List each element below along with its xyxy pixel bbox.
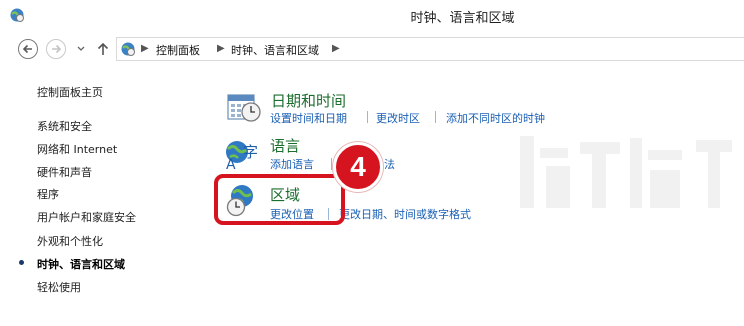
link-change-date-time-number-formats[interactable]: 更改日期、时间或数字格式 (339, 206, 471, 222)
control-panel-icon (121, 42, 135, 56)
chevron-right-icon[interactable]: ▶ (217, 43, 225, 54)
back-button[interactable] (18, 39, 38, 59)
forward-button[interactable] (46, 39, 66, 59)
chevron-right-icon[interactable]: ▶ (332, 43, 340, 54)
forward-arrow-icon (52, 44, 62, 54)
link-separator (367, 111, 368, 123)
language-icon[interactable]: A 字 (224, 137, 262, 171)
category-title-date-time[interactable]: 日期和时间 (271, 90, 346, 111)
current-item-bullet (19, 260, 24, 265)
back-arrow-icon (22, 44, 32, 54)
sidebar-item-system-security[interactable]: 系统和安全 (37, 118, 92, 134)
window-title: 时钟、语言和区域 (410, 11, 515, 26)
svg-text:A: A (226, 157, 236, 171)
navigation-bar: ▶ 控制面板 ▶ 时钟、语言和区域 ▶ (0, 34, 744, 64)
chevron-right-icon[interactable]: ▶ (141, 43, 149, 54)
annotation-highlight-box (214, 174, 345, 225)
watermark-graphic (520, 136, 732, 208)
sidebar-item-ease-of-access[interactable]: 轻松使用 (37, 279, 81, 295)
link-add-language[interactable]: 添加语言 (270, 156, 314, 172)
breadcrumb-control-panel[interactable]: 控制面板 (156, 42, 200, 58)
sidebar-item-programs[interactable]: 程序 (37, 186, 59, 202)
address-bar[interactable]: ▶ 控制面板 ▶ 时钟、语言和区域 ▶ (116, 37, 744, 61)
link-set-time-date[interactable]: 设置时间和日期 (270, 110, 347, 126)
step-number-badge: 4 (333, 142, 383, 192)
sidebar-item-network-internet[interactable]: 网络和 Internet (37, 141, 117, 157)
sidebar-item-appearance[interactable]: 外观和个性化 (37, 233, 103, 249)
link-separator (331, 158, 332, 170)
sidebar-item-clock-language-region[interactable]: 时钟、语言和区域 (37, 256, 125, 272)
sidebar-item-hardware-sound[interactable]: 硬件和声音 (37, 164, 92, 180)
link-separator (435, 111, 436, 123)
up-arrow-icon[interactable] (96, 42, 110, 56)
title-bar: 时钟、语言和区域 (0, 0, 744, 34)
link-add-clocks[interactable]: 添加不同时区的时钟 (446, 110, 545, 126)
breadcrumb-clock-language-region[interactable]: 时钟、语言和区域 (231, 42, 319, 58)
sidebar-item-home[interactable]: 控制面板主页 (37, 84, 103, 100)
category-title-language[interactable]: 语言 (270, 135, 300, 156)
sidebar: 控制面板主页 系统和安全 网络和 Internet 硬件和声音 程序 用户帐户和… (0, 64, 200, 326)
svg-text:字: 字 (243, 143, 258, 161)
recent-locations-dropdown[interactable] (76, 45, 86, 53)
sidebar-item-user-accounts[interactable]: 用户帐户和家庭安全 (37, 209, 136, 225)
link-change-time-zone[interactable]: 更改时区 (376, 110, 420, 126)
calendar-clock-icon[interactable] (226, 90, 262, 124)
